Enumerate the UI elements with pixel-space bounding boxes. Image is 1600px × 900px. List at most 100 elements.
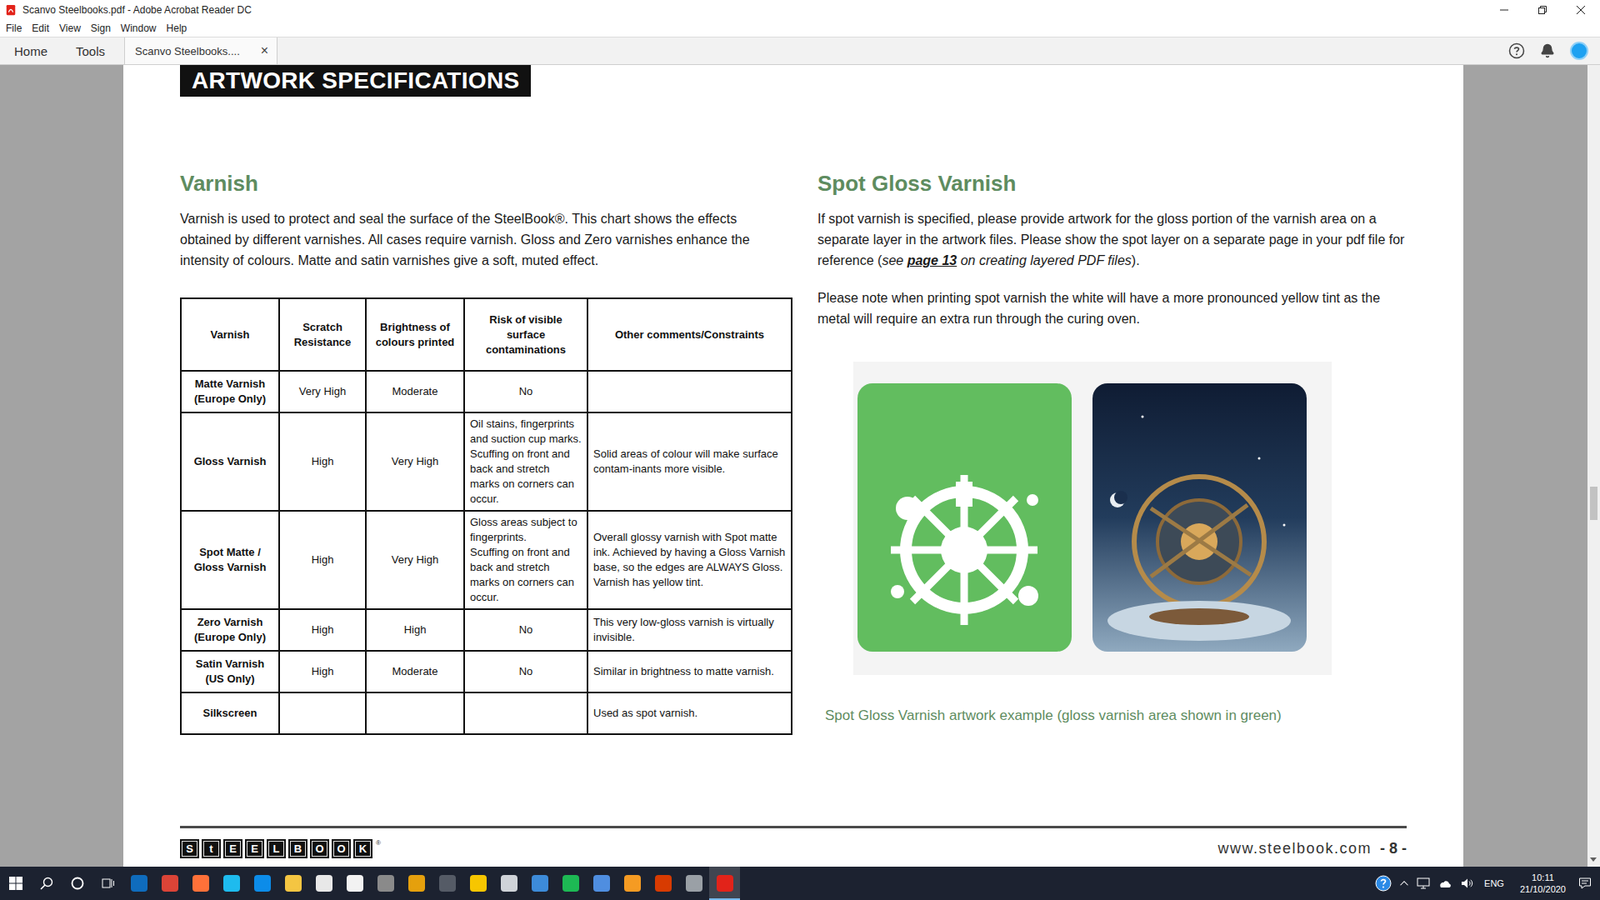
menu-item[interactable]: Window	[115, 20, 162, 37]
taskbar: ENG 10:1121/10/2020	[0, 866, 1600, 900]
logo-letter: E	[223, 839, 243, 859]
table-cell: Moderate	[365, 650, 465, 693]
taskbar-app[interactable]	[585, 866, 617, 900]
taskbar-app[interactable]	[277, 866, 309, 900]
app-icon	[655, 875, 672, 892]
cortana-button[interactable]	[61, 866, 93, 900]
scrollbar-thumb[interactable]	[1590, 486, 1598, 520]
window-controls	[1485, 0, 1600, 20]
help-icon[interactable]	[1508, 42, 1525, 60]
table-cell: High	[279, 609, 366, 651]
document-viewer: ARTWORK SPECIFICATIONSVarnishVarnish is …	[0, 65, 1600, 867]
taskbar-app[interactable]	[616, 866, 648, 900]
close-button[interactable]	[1561, 0, 1600, 20]
minimize-button[interactable]	[1485, 0, 1524, 20]
table-cell: Gloss Varnish	[180, 412, 280, 511]
table-cell: Solid areas of colour will make surface …	[587, 412, 792, 511]
menu-item[interactable]: Help	[161, 20, 193, 37]
menu-item[interactable]: Sign	[85, 20, 116, 37]
column-header: Brightness of colours printed	[365, 298, 465, 371]
taskbar-app[interactable]	[709, 866, 740, 900]
tab-label: Scanvo Steelbooks....	[135, 45, 240, 58]
taskbar-app[interactable]	[647, 866, 679, 900]
app-icon	[346, 875, 364, 892]
steelbook-logo: StEELBOOK®	[180, 839, 381, 859]
text-span: Please note when printing spot varnish t…	[817, 290, 1380, 326]
start-button[interactable]	[0, 866, 31, 900]
table-header-row: VarnishScratch ResistanceBrightness of c…	[180, 298, 792, 371]
app-icon	[716, 875, 734, 892]
scroll-down-icon[interactable]	[1590, 857, 1597, 862]
restore-icon	[1538, 5, 1547, 15]
onedrive-cloud-icon[interactable]	[1437, 875, 1453, 891]
tab[interactable]: Scanvo Steelbooks.... ×	[124, 37, 278, 65]
footer-url[interactable]: www.steelbook.com	[1217, 840, 1372, 858]
app-icon	[593, 875, 610, 892]
viewer-gutter	[1463, 65, 1588, 867]
app-icon	[408, 875, 425, 892]
clock[interactable]: 10:1121/10/2020	[1515, 871, 1571, 895]
artwork-example	[853, 361, 1332, 675]
title-bar: Scanvo Steelbooks.pdf - Adobe Acrobat Re…	[0, 0, 1600, 20]
vertical-scrollbar[interactable]	[1587, 65, 1600, 867]
taskbar-app[interactable]	[493, 866, 525, 900]
page-column: Spot Gloss VarnishIf spot varnish is spe…	[817, 170, 1407, 735]
action-center-icon[interactable]	[1578, 876, 1592, 890]
logo-letter: B	[288, 839, 308, 859]
clock-date: 21/10/2020	[1520, 883, 1566, 895]
column-header: Scratch Resistance	[279, 298, 366, 371]
help-app-icon[interactable]	[1375, 875, 1392, 892]
table-cell: High	[279, 650, 366, 693]
tab-bar: Home Tools Scanvo Steelbooks.... ×	[0, 36, 1600, 65]
app-icon	[562, 875, 580, 892]
menu-item[interactable]: View	[54, 20, 86, 37]
app-icon	[500, 875, 518, 892]
page-number: - 8 -	[1380, 840, 1407, 858]
column-header: Varnish	[180, 298, 280, 371]
volume-icon[interactable]	[1460, 876, 1474, 890]
logo-letter: t	[201, 839, 221, 859]
taskbar-app[interactable]	[524, 866, 555, 900]
search-button[interactable]	[30, 866, 62, 900]
logo-letter: L	[266, 839, 286, 859]
menu-item[interactable]: Edit	[26, 20, 55, 37]
taskbar-app[interactable]	[339, 866, 370, 900]
taskbar-app[interactable]	[185, 866, 216, 900]
app-icon	[439, 875, 456, 892]
text-span: ).	[1131, 253, 1140, 268]
notifications-bell-icon[interactable]	[1540, 43, 1555, 59]
page-footer: StEELBOOK®www.steelbook.com- 8 -	[180, 825, 1407, 862]
taskbar-app[interactable]	[308, 866, 340, 900]
taskbar-app[interactable]	[431, 866, 463, 900]
taskbar-app[interactable]	[555, 866, 586, 900]
tab[interactable]: Home	[0, 37, 62, 65]
profile-avatar-icon[interactable]	[1570, 41, 1589, 60]
menu-item[interactable]: File	[0, 20, 27, 37]
footer-info: www.steelbook.com - 8 -	[1217, 840, 1407, 858]
logo-letter: O	[331, 839, 351, 859]
tab[interactable]: Tools	[61, 37, 120, 65]
taskbar-app[interactable]	[678, 866, 710, 900]
taskbar-app[interactable]	[370, 866, 401, 900]
logo-letter: O	[310, 839, 330, 859]
app-icon	[470, 875, 487, 892]
tab-label: Tools	[75, 44, 105, 59]
table-cell: This very low-gloss varnish is virtually…	[587, 609, 792, 651]
taskbar-app[interactable]	[215, 866, 247, 900]
menu-bar: FileEditViewSignWindowHelp	[0, 20, 1600, 37]
taskbar-app[interactable]	[123, 866, 155, 900]
taskbar-app[interactable]	[400, 866, 432, 900]
network-icon[interactable]	[1416, 876, 1430, 890]
column-header: Risk of visible surface contaminations	[464, 298, 588, 371]
spot-varnish-shape-icon	[857, 383, 1072, 652]
input-language[interactable]: ENG	[1480, 878, 1508, 889]
taskbar-app[interactable]	[154, 866, 185, 900]
taskbar-app[interactable]	[462, 866, 494, 900]
tab-close-button[interactable]: ×	[259, 43, 270, 59]
task-view-button[interactable]	[92, 866, 124, 900]
app-icon	[285, 875, 302, 892]
restore-button[interactable]	[1523, 0, 1562, 20]
show-hidden-icons-icon[interactable]	[1399, 878, 1410, 889]
varnish-table: VarnishScratch ResistanceBrightness of c…	[180, 297, 793, 735]
taskbar-app[interactable]	[246, 866, 278, 900]
